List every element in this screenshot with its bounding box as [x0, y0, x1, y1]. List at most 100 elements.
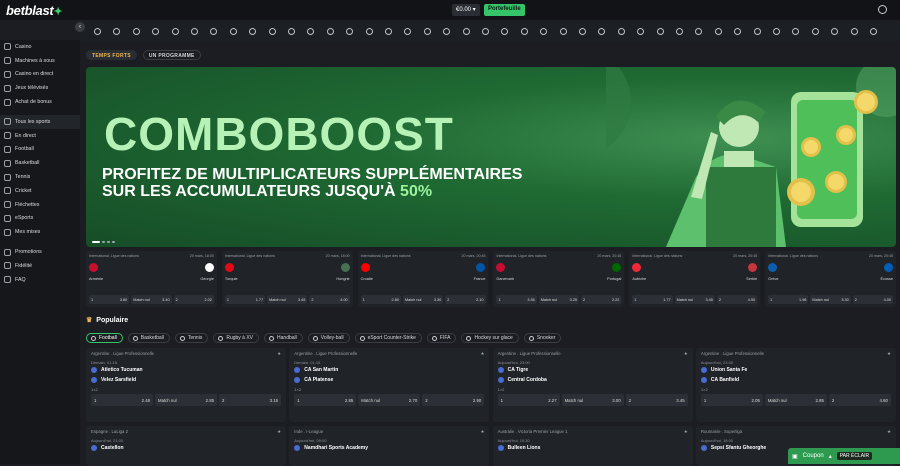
star-icon[interactable]: ★ — [480, 429, 484, 435]
sport-icon[interactable] — [171, 28, 179, 35]
carousel-dot[interactable] — [107, 241, 110, 243]
sidebar-item-sports-2[interactable]: Football — [0, 143, 80, 157]
sidebar-item-sports-6[interactable]: Fléchettes — [0, 198, 80, 212]
odd-draw[interactable]: Match nul 2.85 — [764, 394, 827, 406]
odd-draw[interactable]: Match nul 3.40 — [131, 295, 172, 304]
sidebar-item-sports-4[interactable]: Tennis — [0, 170, 80, 184]
sport-icon[interactable] — [132, 28, 140, 35]
sidebar-item-casino-2[interactable]: Casino en direct — [0, 68, 80, 82]
filter-9[interactable]: Snooker — [523, 333, 562, 343]
sport-icon[interactable] — [753, 28, 761, 35]
sport-icon[interactable] — [617, 28, 625, 35]
sport-icon[interactable] — [520, 28, 528, 35]
odd-away[interactable]: 2 2.02 — [173, 295, 214, 304]
star-icon[interactable]: ★ — [277, 351, 281, 357]
match-card[interactable]: International. Ligue des nations 20 mars,… — [629, 251, 761, 307]
promo-banner[interactable]: COMBOBOOST PROFITEZ DE MULTIPLICATEURS S… — [86, 67, 896, 247]
sport-icon[interactable] — [365, 28, 373, 35]
sport-icon[interactable] — [540, 28, 548, 35]
sport-icon[interactable] — [249, 28, 257, 35]
filter-0[interactable]: Football — [86, 333, 123, 343]
sidebar-item-sports-3[interactable]: Basketball — [0, 156, 80, 170]
sport-icon[interactable] — [559, 28, 567, 35]
sport-icon[interactable] — [656, 28, 664, 35]
sport-icon[interactable] — [482, 28, 489, 35]
match-card[interactable]: International. Ligue des nations 20 mars,… — [221, 251, 353, 307]
odd-draw[interactable]: Match nul 3.30 — [810, 295, 851, 304]
odd-home[interactable]: 1 1.77 — [224, 295, 266, 304]
sport-icon[interactable] — [307, 28, 315, 35]
odd-away[interactable]: 2 4.60 — [828, 394, 891, 406]
filter-2[interactable]: Tennis — [174, 333, 209, 343]
sport-icon[interactable] — [811, 28, 819, 35]
carousel-dot[interactable] — [92, 241, 100, 243]
filter-4[interactable]: Handball — [264, 333, 303, 343]
sport-icon[interactable] — [326, 28, 334, 35]
star-icon[interactable]: ★ — [887, 351, 891, 357]
odd-home[interactable]: 1 2.48 — [91, 394, 153, 406]
coupon-mode-badge[interactable]: PAR ÉCLAIR — [836, 452, 873, 460]
sport-icon[interactable] — [637, 28, 645, 35]
odd-away[interactable]: 2 2.22 — [581, 295, 622, 304]
tab-schedule[interactable]: UN PROGRAMME — [142, 50, 201, 60]
filter-3[interactable]: Rugby à XV — [213, 333, 260, 343]
star-icon[interactable]: ★ — [684, 351, 688, 357]
sport-icon[interactable] — [443, 28, 451, 35]
sidebar-item-casino-1[interactable]: Machines à sous — [0, 54, 80, 68]
odd-home[interactable]: 1 1.77 — [632, 295, 673, 304]
sport-icon[interactable] — [850, 28, 858, 35]
carousel-dot[interactable] — [102, 241, 105, 243]
sidebar-item-sports-1[interactable]: En direct — [0, 129, 80, 143]
sport-icon[interactable] — [870, 28, 877, 35]
sport-icon[interactable] — [191, 28, 198, 35]
coupon-bar[interactable]: ▣ Coupon ▴ PAR ÉCLAIR — [788, 448, 900, 464]
sport-icon[interactable] — [288, 28, 295, 35]
odd-home[interactable]: 1 2.80 — [360, 295, 401, 304]
odd-home[interactable]: 1 3.35 — [496, 295, 537, 304]
odd-away[interactable]: 2 2.10 — [445, 295, 486, 304]
odd-away[interactable]: 2 4.90 — [716, 295, 758, 304]
user-icon[interactable] — [878, 5, 887, 14]
sport-icon[interactable] — [598, 28, 606, 35]
sport-icon[interactable] — [579, 28, 586, 35]
star-icon[interactable]: ★ — [887, 429, 891, 435]
tab-highlights[interactable]: TEMPS FORTS — [86, 50, 137, 60]
match-card[interactable]: International. Ligue des nations 20 mars,… — [86, 251, 217, 307]
sidebar-item-casino-3[interactable]: Jeux télévisés — [0, 81, 80, 95]
sport-icon[interactable] — [501, 28, 509, 35]
event-card[interactable]: Australie . Victoria Premier League 1 ★ A… — [492, 426, 693, 466]
event-card[interactable]: Argentine . Ligue Professionnelle ★ Demai… — [289, 348, 490, 422]
sidebar-item-sports-0[interactable]: Tous les sports — [0, 114, 80, 129]
sport-icon[interactable] — [94, 28, 101, 35]
filter-7[interactable]: FIFA — [426, 333, 457, 343]
sport-icon[interactable] — [423, 28, 431, 35]
sport-icon[interactable] — [113, 28, 121, 35]
odd-away[interactable]: 2 2.90 — [422, 394, 485, 406]
odd-draw[interactable]: Match nul 3.00 — [561, 394, 624, 406]
odd-away[interactable]: 2 4.00 — [309, 295, 350, 304]
odd-home[interactable]: 1 1.98 — [768, 295, 809, 304]
sidebar-item-casino-4[interactable]: Achat de bonus — [0, 95, 80, 109]
sport-icon[interactable] — [210, 28, 218, 35]
sport-icon[interactable] — [404, 28, 412, 35]
match-card[interactable]: International. Ligue des nations 20 mars,… — [493, 251, 625, 307]
odd-away[interactable]: 2 3.15 — [219, 394, 281, 406]
filter-5[interactable]: Volley-ball — [307, 333, 350, 343]
sport-icon[interactable] — [229, 28, 237, 35]
odd-home[interactable]: 1 2.85 — [294, 394, 357, 406]
sport-icon[interactable] — [462, 28, 470, 35]
match-card[interactable]: International. Ligue des nations 20 mars,… — [765, 251, 896, 307]
wallet-button[interactable]: Portefeuille — [484, 4, 525, 16]
sport-icon[interactable] — [676, 28, 683, 35]
odd-draw[interactable]: Match nul 2.85 — [155, 394, 217, 406]
odd-draw[interactable]: Match nul 3.25 — [538, 295, 580, 304]
event-card[interactable]: Inde . I-League ★ Aujourd'hui, 09:00 Namd… — [289, 426, 490, 466]
odd-home[interactable]: 1 2.27 — [497, 394, 560, 406]
sport-icon[interactable] — [695, 28, 703, 35]
sport-icon[interactable] — [152, 28, 160, 35]
sidebar-item-sports-7[interactable]: eSports — [0, 212, 80, 226]
sport-icon[interactable] — [346, 28, 354, 35]
carousel-dot[interactable] — [112, 241, 115, 243]
sidebar-item-other-1[interactable]: Fidélité — [0, 259, 80, 273]
chevron-left-icon[interactable]: ‹ — [75, 22, 85, 32]
